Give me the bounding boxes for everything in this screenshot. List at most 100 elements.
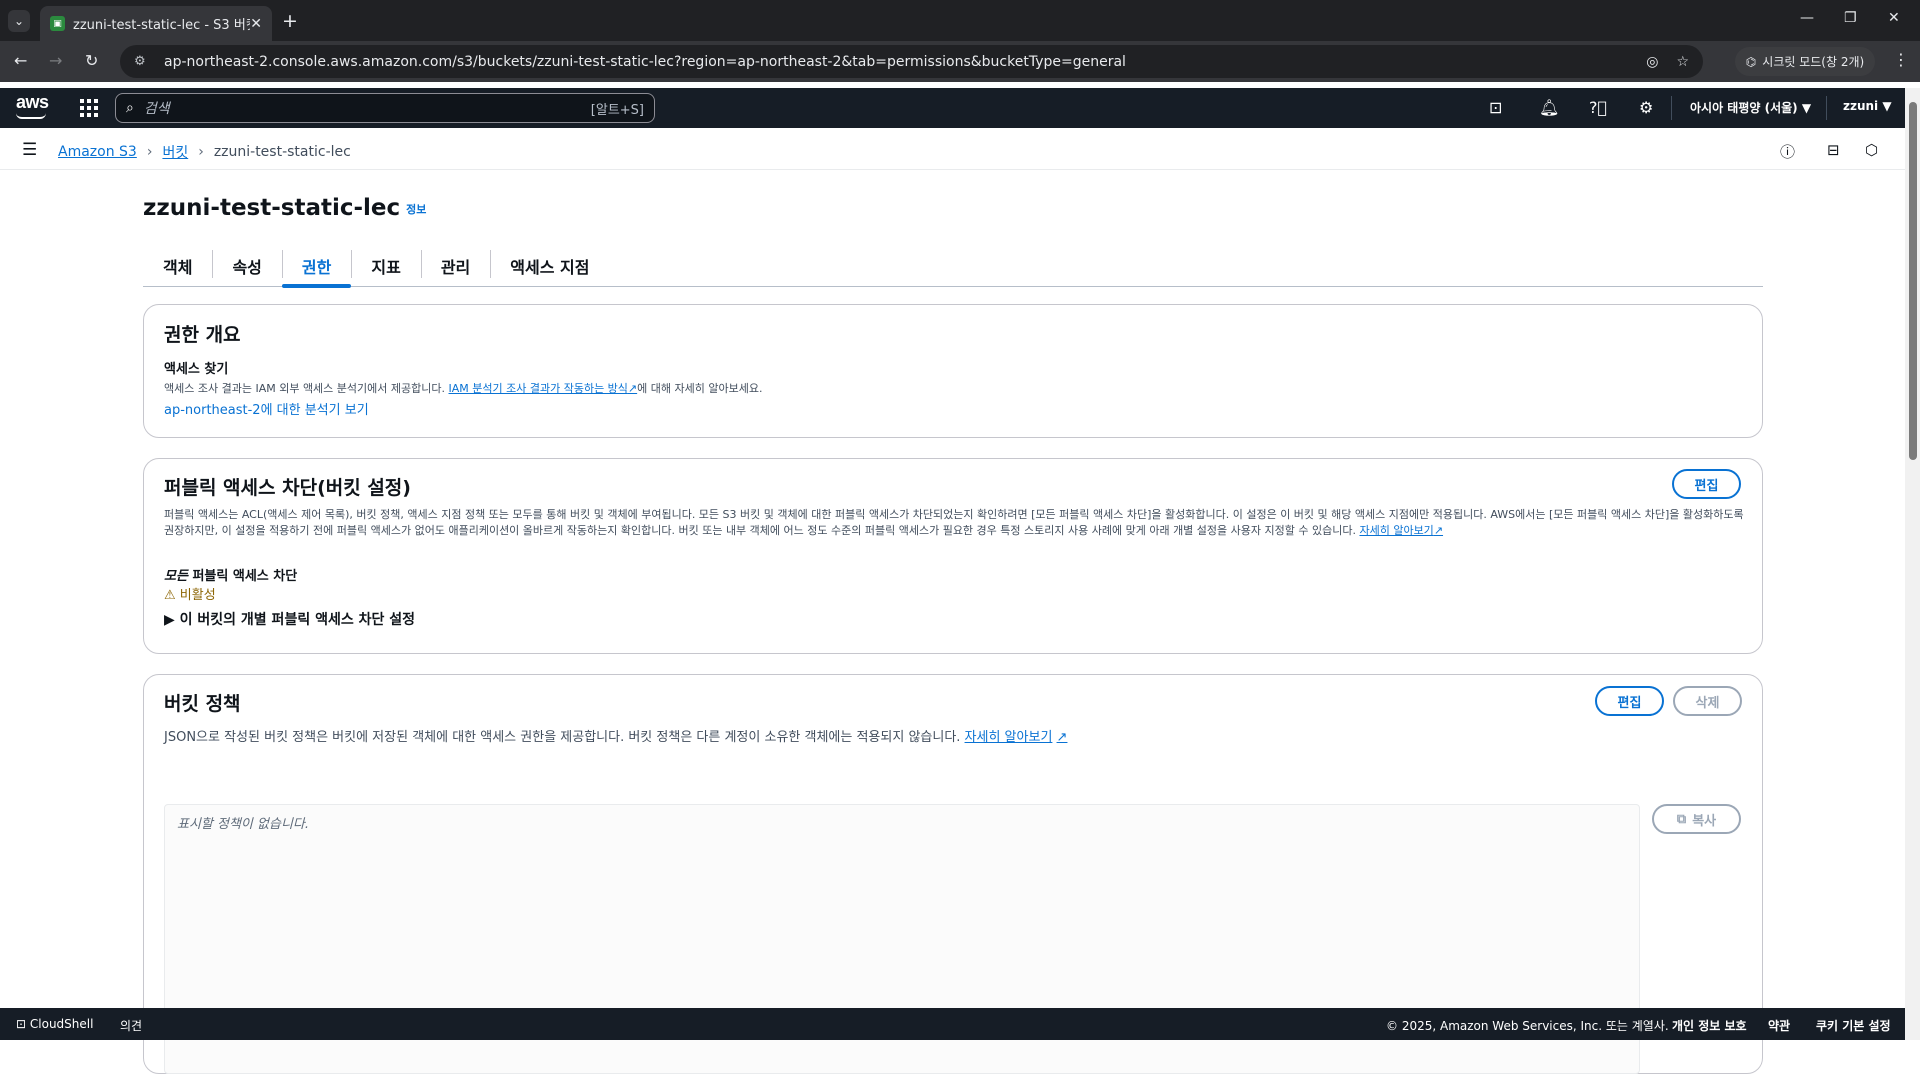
access-findings-label: 액세스 찾기 [164,362,229,377]
copy-button[interactable]: ⧉ 복사 [1652,804,1741,834]
ai-assistant-icon[interactable]: ⬡ [1865,141,1878,159]
browser-toolbar: ← → ↻ ⚙ ap-northeast-2.console.aws.amazo… [0,41,1920,82]
aws-logo-text: aws [16,92,49,112]
iam-analyzer-link[interactable]: IAM 분석기 조사 결과가 작동하는 방식 [449,382,628,395]
incognito-label: 시크릿 모드(창 2개) [1762,55,1865,69]
public-access-desc-text: 퍼블릭 액세스는 ACL(액세스 제어 목록), 버킷 정책, 액세스 지점 정… [164,508,1744,537]
back-icon[interactable]: ← [14,51,27,70]
search-placeholder: 검색 [143,101,170,117]
chevron-right-icon: › [146,144,153,160]
bookmark-star-icon[interactable]: ☆ [1676,54,1689,70]
browser-tab[interactable]: ▣ zzuni-test-static-lec - S3 버킷 ✕ [40,6,272,41]
cloudshell-footer-button[interactable]: ⊡ CloudShell [16,1017,93,1031]
external-link-icon: ↗ [1433,524,1444,537]
browser-menu-icon[interactable]: ⋮ [1893,50,1909,69]
breadcrumb-current: zzuni-test-static-lec [213,144,351,160]
external-link-icon: ↗ [627,382,638,395]
block-all-text: 퍼블릭 액세스 차단 [187,569,298,584]
forward-icon[interactable]: → [49,51,62,70]
block-public-access-card: 퍼블릭 액세스 차단(버킷 설정) 편집 퍼블릭 액세스는 ACL(액세스 제어… [143,458,1763,654]
policy-empty-text: 표시할 정책이 없습니다. [177,817,309,832]
terms-link[interactable]: 약관 [1768,1017,1790,1034]
view-analyzer-link[interactable]: ap-northeast-2에 대한 분석기 보기 [164,399,369,418]
aws-top-nav: aws ⌕ 검색 [알트+S] ⊡ 🔔︎ ?⃝ ⚙ 아시아 태평양 (서울) ▼… [0,88,1905,128]
tab-access-points[interactable]: 액세스 지점 [490,248,609,286]
status-badge: ⚠ 비활성 [164,584,216,603]
notifications-bell-icon[interactable]: 🔔︎ [1539,98,1559,117]
tab-permissions[interactable]: 권한 [281,248,352,288]
close-window-icon[interactable]: ✕ [1888,10,1900,26]
bucket-policy-edit-button[interactable]: 편집 [1595,686,1664,716]
caret-right-icon: ▶ [164,612,175,628]
block-public-access-desc: 퍼블릭 액세스는 ACL(액세스 제어 목록), 버킷 정책, 액세스 지점 정… [164,507,1744,539]
new-tab-icon[interactable]: + [282,10,298,32]
cookie-preferences-link[interactable]: 쿠키 기본 설정 [1816,1017,1891,1034]
info-panel-icon[interactable]: ⓘ [1780,141,1795,162]
breadcrumb: Amazon S3 › 버킷 › zzuni-test-static-lec [58,142,351,162]
permissions-overview-heading: 권한 개요 [164,324,241,346]
account-menu[interactable]: zzuni ▼ [1843,99,1892,113]
privacy-link[interactable]: 개인 정보 보호 [1672,1017,1747,1034]
cloudshell-label: CloudShell [29,1017,94,1031]
search-icon: ⌕ [126,100,134,116]
individual-settings-expander[interactable]: ▶ 이 버킷의 개별 퍼블릭 액세스 차단 설정 [164,609,415,629]
scrollbar-thumb[interactable] [1909,102,1917,460]
warning-icon: ⚠ [164,588,176,603]
breadcrumb-amazon-s3[interactable]: Amazon S3 [58,144,137,160]
url-text[interactable]: ap-northeast-2.console.aws.amazon.com/s3… [164,54,1628,70]
tab-metrics[interactable]: 지표 [351,248,420,286]
tab-search-icon[interactable]: ⌄ [8,10,30,32]
breadcrumb-bar: ☰ Amazon S3 › 버킷 › zzuni-test-static-lec… [0,128,1905,170]
bucket-tabs: 객체 속성 권한 지표 관리 액세스 지점 [143,248,1763,288]
bucket-policy-desc: JSON으로 작성된 버킷 정책은 버킷에 저장된 객체에 대한 액세스 권한을… [164,726,1067,745]
chevron-right-icon: › [198,144,204,160]
bucket-name-heading: zzuni-test-static-lec [143,195,401,221]
minimize-icon[interactable]: — [1800,10,1814,26]
search-shortcut: [알트+S] [590,102,644,118]
tab-management[interactable]: 관리 [420,248,490,286]
help-icon[interactable]: ?⃝ [1589,98,1607,117]
settings-gear-icon[interactable]: ⚙ [1639,98,1653,117]
restore-icon[interactable]: ❐ [1844,10,1857,26]
page-title: zzuni-test-static-lec 정보 [143,195,426,221]
learn-more-link[interactable]: 자세히 알아보기 [965,730,1053,745]
bucket-policy-delete-button[interactable]: 삭제 [1673,686,1742,716]
region-selector[interactable]: 아시아 태평양 (서울) ▼ [1690,99,1811,116]
bucket-policy-heading: 버킷 정책 [164,693,241,715]
access-findings-desc: 액세스 조사 결과는 IAM 외부 액세스 분석기에서 제공합니다. IAM 분… [164,380,762,396]
cloudshell-icon[interactable]: ⊡ [1489,98,1502,117]
aws-logo[interactable]: aws [16,92,49,119]
search-input[interactable]: ⌕ 검색 [알트+S] [115,93,655,123]
reload-icon[interactable]: ↻ [85,51,98,70]
info-link[interactable]: 정보 [406,203,426,216]
findings-desc-text: 액세스 조사 결과는 IAM 외부 액세스 분석기에서 제공합니다. [164,382,449,395]
incognito-badge[interactable]: ⌬ 시크릿 모드(창 2개) [1735,47,1875,76]
side-nav-toggle-icon[interactable]: ☰ [22,140,37,160]
s3-favicon-icon: ▣ [50,16,65,31]
status-text: 비활성 [179,588,216,603]
permissions-overview-card: 권한 개요 액세스 찾기 액세스 조사 결과는 IAM 외부 액세스 분석기에서… [143,304,1763,438]
cloudshell-icon: ⊡ [16,1017,27,1031]
site-info-icon[interactable]: ⚙ [134,54,150,69]
tab-objects[interactable]: 객체 [143,248,212,286]
block-public-access-edit-button[interactable]: 편집 [1672,469,1741,499]
expander-label: 이 버킷의 개별 퍼블릭 액세스 차단 설정 [179,612,415,628]
services-grid-icon[interactable] [80,99,98,117]
console-footer: ⊡ CloudShell 의견 © 2025, Amazon Web Servi… [0,1008,1905,1040]
copy-label: 복사 [1692,813,1717,829]
eye-off-icon[interactable]: ◎ [1646,54,1658,70]
learn-more-link[interactable]: 자세히 알아보기 [1359,524,1433,537]
tab-title: zzuni-test-static-lec - S3 버킷 [73,18,251,33]
address-bar[interactable]: ⚙ ap-northeast-2.console.aws.amazon.com/… [120,45,1703,78]
browser-tabstrip: ⌄ ▣ zzuni-test-static-lec - S3 버킷 ✕ + — … [0,0,1920,41]
tab-properties[interactable]: 속성 [212,248,281,286]
notifications-panel-icon[interactable]: ⊟ [1827,141,1840,159]
close-tab-icon[interactable]: ✕ [250,16,262,32]
block-public-access-heading: 퍼블릭 액세스 차단(버킷 설정) [164,477,411,499]
breadcrumb-buckets[interactable]: 버킷 [162,142,188,162]
feedback-link[interactable]: 의견 [120,1017,142,1034]
policy-desc-text: JSON으로 작성된 버킷 정책은 버킷에 저장된 객체에 대한 액세스 권한을… [164,730,965,745]
page-scrollbar[interactable] [1905,88,1920,1040]
external-link-icon: ↗ [1056,730,1068,745]
block-all-emphasis: 모든 [164,569,188,584]
